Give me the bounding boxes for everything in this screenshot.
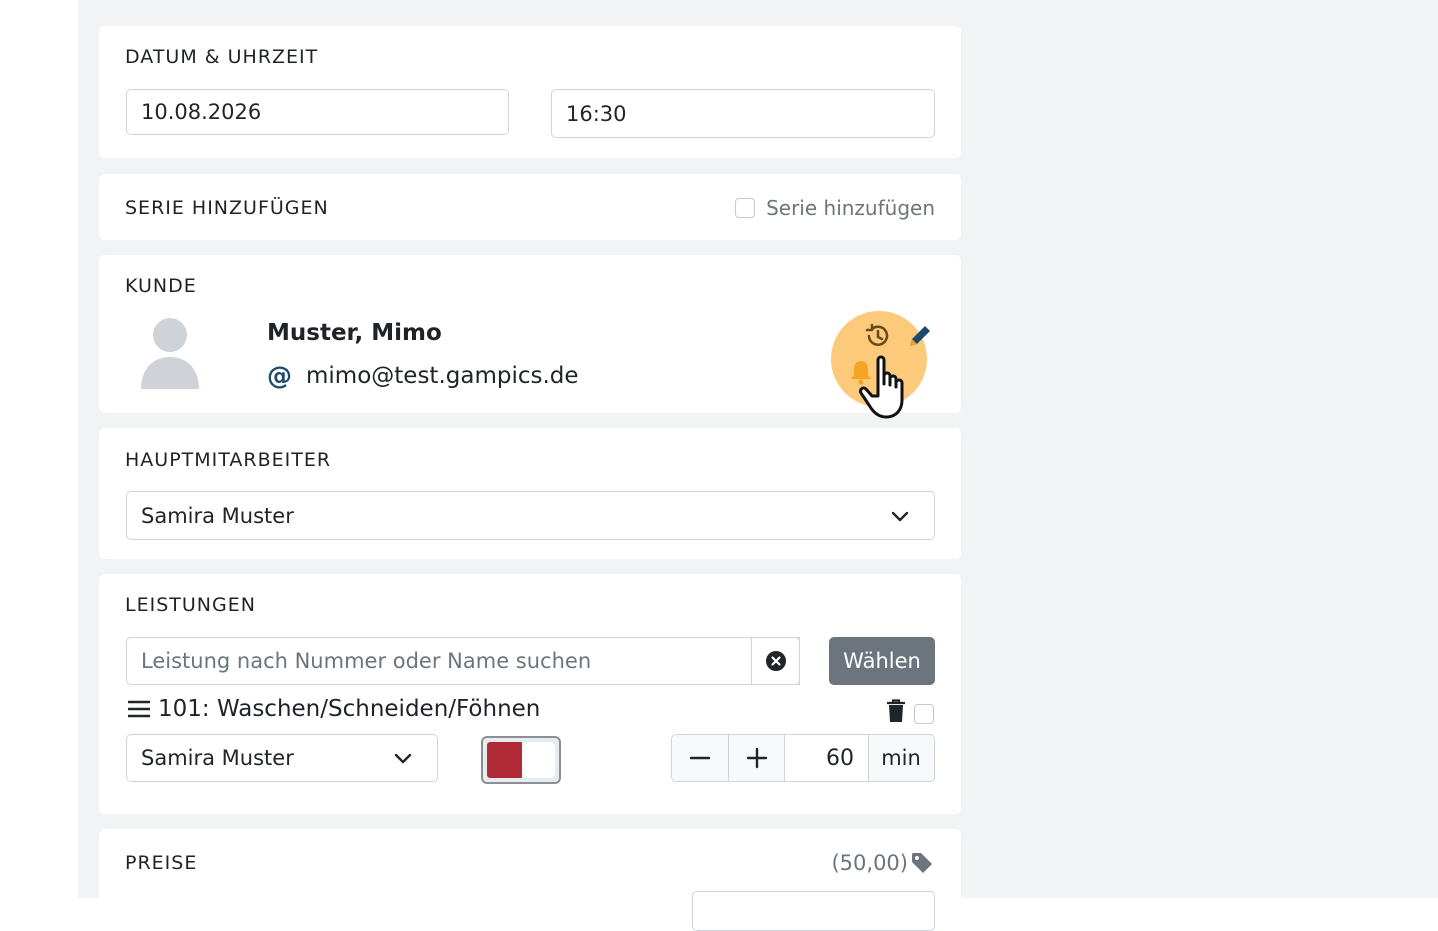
tag-icon: [911, 852, 933, 874]
plus-icon: [746, 747, 767, 769]
duration-unit: min: [869, 735, 933, 781]
color-knob: [521, 742, 555, 778]
datetime-title: DATUM & UHRZEIT: [125, 46, 319, 68]
service-employee-selected: Samira Muster: [141, 746, 294, 770]
datetime-card: DATUM & UHRZEIT 10.08.2026 16:30: [99, 26, 961, 158]
price-total-group: (50,00): [831, 851, 933, 875]
customer-email[interactable]: mimo@test.gampics.de: [306, 363, 579, 389]
service-color-picker[interactable]: [481, 736, 561, 784]
services-card: LEISTUNGEN Leistung nach Nummer oder Nam…: [99, 574, 961, 814]
price-total: (50,00): [831, 851, 908, 875]
series-checkbox-label[interactable]: Serie hinzufügen: [766, 196, 935, 220]
hand-cursor-icon: [855, 351, 917, 423]
service-item-label: 101: Waschen/Schneiden/Föhnen: [158, 696, 541, 722]
service-item-checkbox[interactable]: [914, 704, 934, 724]
customer-title: KUNDE: [125, 275, 197, 297]
at-icon: @: [267, 361, 292, 390]
services-title: LEISTUNGEN: [125, 594, 256, 616]
history-icon[interactable]: [862, 321, 892, 351]
color-swatch: [487, 742, 522, 778]
date-input[interactable]: 10.08.2026: [126, 89, 509, 135]
service-search-input[interactable]: Leistung nach Nummer oder Name suchen: [126, 637, 800, 685]
price-input-top-edge: [692, 891, 935, 931]
user-avatar-icon: [139, 317, 201, 389]
main-employee-select[interactable]: Samira Muster: [126, 491, 935, 540]
increment-button[interactable]: [729, 735, 785, 781]
duration-stepper: 60 min: [671, 734, 935, 782]
choose-service-button[interactable]: Wählen: [829, 637, 935, 685]
customer-card: KUNDE Muster, Mimo @ mimo@test.gampics.d…: [99, 255, 961, 419]
service-search-placeholder: Leistung nach Nummer oder Name suchen: [141, 649, 592, 673]
main-employee-selected: Samira Muster: [141, 503, 294, 528]
series-card: SERIE HINZUFÜGEN Serie hinzufügen: [99, 174, 961, 240]
series-title: SERIE HINZUFÜGEN: [125, 197, 329, 219]
decrement-button[interactable]: [672, 735, 729, 781]
service-employee-select[interactable]: Samira Muster: [126, 734, 438, 782]
service-item-row: 101: Waschen/Schneiden/Föhnen: [128, 696, 540, 722]
duration-unit-label: min: [881, 746, 921, 770]
series-checkbox[interactable]: [735, 198, 756, 218]
pencil-icon[interactable]: [905, 321, 935, 351]
chevron-down-icon: [890, 506, 910, 526]
chevron-down-icon: [393, 748, 413, 768]
minus-icon: [689, 756, 711, 760]
prices-title: PREISE: [125, 852, 198, 874]
prices-card: PREISE (50,00): [99, 829, 961, 931]
duration-input[interactable]: 60: [785, 735, 869, 781]
series-checkbox-group[interactable]: Serie hinzufügen: [735, 196, 935, 220]
clear-search-button[interactable]: [751, 637, 800, 685]
drag-handle-icon[interactable]: [128, 699, 150, 719]
customer-email-row: @ mimo@test.gampics.de: [267, 361, 579, 390]
duration-value: 60: [826, 745, 854, 771]
clear-circle-icon: [765, 651, 786, 671]
main-employee-title: HAUPTMITARBEITER: [125, 449, 332, 471]
customer-name[interactable]: Muster, Mimo: [267, 320, 442, 346]
time-input[interactable]: 16:30: [551, 89, 935, 138]
trash-icon[interactable]: [885, 698, 907, 724]
main-employee-card: HAUPTMITARBEITER Samira Muster: [99, 428, 961, 559]
